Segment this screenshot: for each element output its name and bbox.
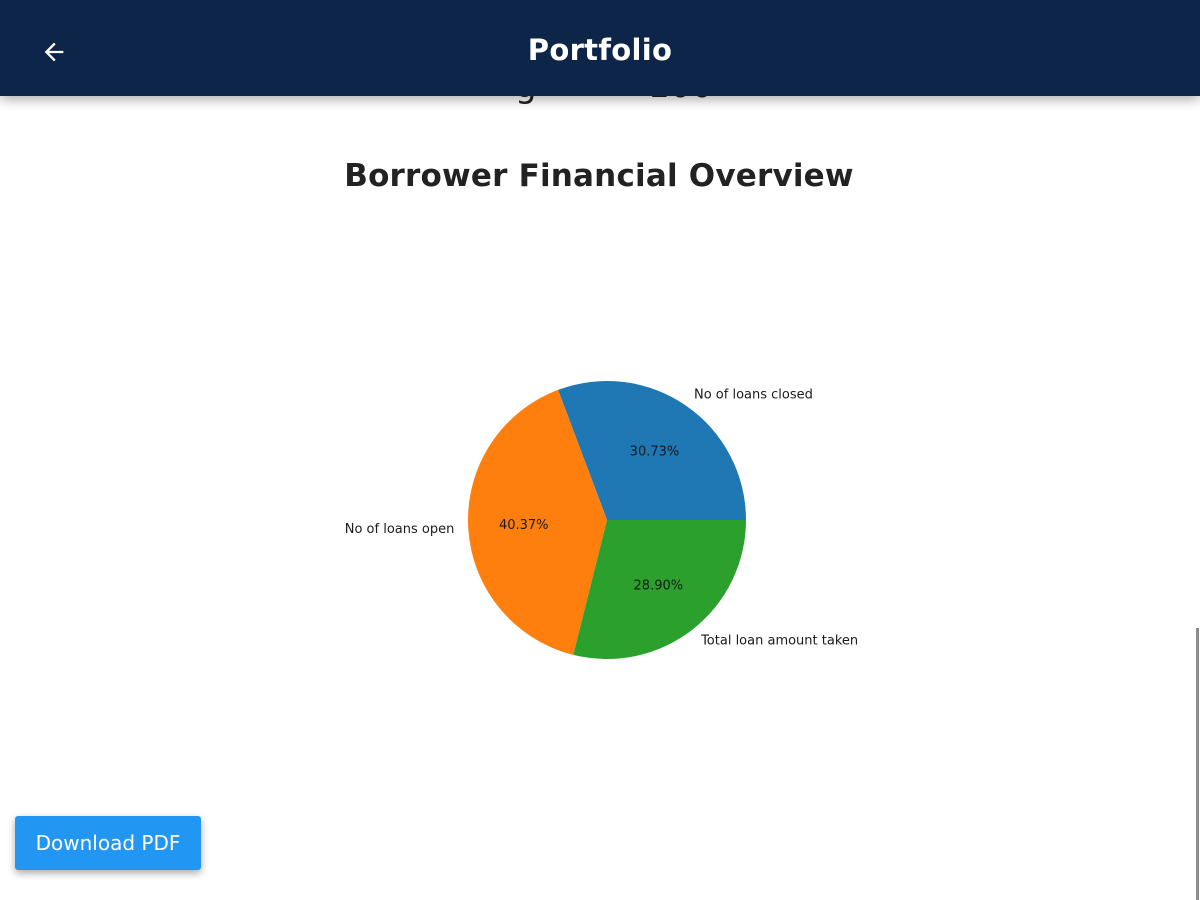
download-pdf-button[interactable]: Download PDF xyxy=(15,816,201,870)
pie-category-label-0: No of loans closed xyxy=(694,387,813,402)
pie-chart-svg: 30.73% No of loans closed 40.37% No of loan… xyxy=(345,381,858,659)
page-title: Portfolio xyxy=(0,0,1200,100)
pie-category-label-2: Total loan amount taken xyxy=(700,634,858,649)
page-title-text: Portfolio xyxy=(527,33,673,67)
pie-percent-label-1: 40.37% xyxy=(499,518,549,533)
pie-percent-label-2: 28.90% xyxy=(634,579,684,594)
pie-percent-label-0: 30.73% xyxy=(630,444,680,459)
pie-chart: 30.73% No of loans closed 40.37% No of loan… xyxy=(330,360,890,680)
app-bar: Portfolio xyxy=(0,0,1200,96)
chart-title: Borrower Financial Overview xyxy=(344,158,854,194)
back-button[interactable] xyxy=(26,24,82,80)
scrollbar[interactable] xyxy=(1196,628,1199,900)
arrow-left-icon xyxy=(44,42,64,62)
pie-category-label-1: No of loans open xyxy=(345,522,455,537)
